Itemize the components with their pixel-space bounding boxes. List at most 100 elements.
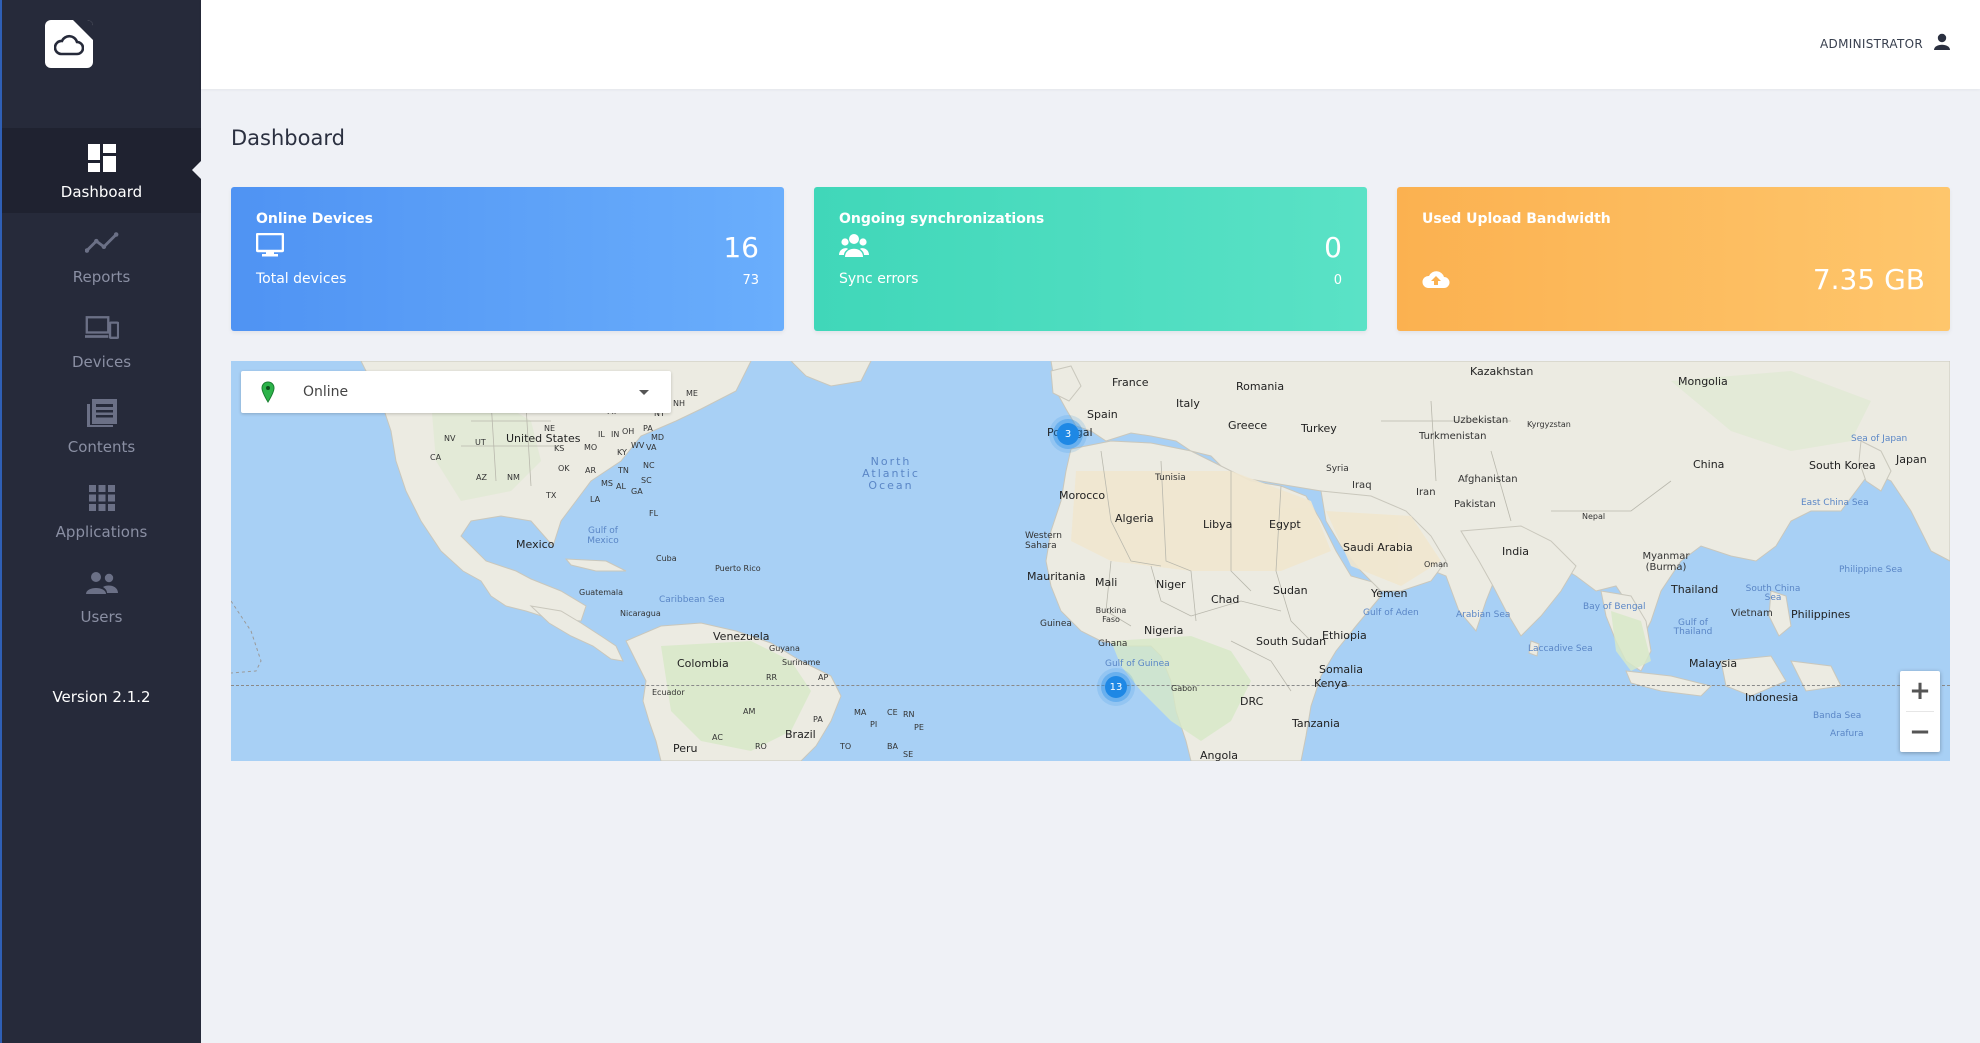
- map-label: NH: [673, 399, 685, 408]
- map-label: Ecuador: [652, 688, 685, 697]
- map-label: AC: [712, 733, 723, 742]
- map-label: Burkina Faso: [1095, 606, 1127, 624]
- status-filter-select[interactable]: Online: [241, 371, 671, 413]
- zoom-in-button[interactable]: +: [1900, 671, 1940, 711]
- map-label: VA: [646, 443, 657, 452]
- map-label: Egypt: [1269, 518, 1301, 531]
- card-sub-label: Sync errors: [839, 271, 919, 287]
- world-map: [231, 361, 1950, 761]
- map-label: Kazakhstan: [1470, 365, 1534, 378]
- sidebar-item-reports[interactable]: Reports: [2, 213, 201, 298]
- map-label: AR: [585, 466, 597, 475]
- sidebar-item-devices[interactable]: Devices: [2, 298, 201, 383]
- map-label: Gulf of Guinea: [1105, 659, 1170, 669]
- map-label: SE: [903, 750, 914, 759]
- ongoing-sync-count: 0: [1324, 231, 1342, 264]
- map-label: MD: [651, 433, 665, 442]
- map-label: Nigeria: [1144, 624, 1184, 637]
- map-label: WV: [631, 441, 645, 450]
- map-label: SC: [641, 476, 652, 485]
- bandwidth-card[interactable]: Used Upload Bandwidth 7.35 GB: [1397, 187, 1950, 331]
- app-logo[interactable]: [45, 20, 93, 68]
- map-label: Mongolia: [1678, 375, 1728, 388]
- map-label: Suriname: [782, 658, 821, 667]
- map-label: Angola: [1200, 749, 1239, 761]
- map-label: Afghanistan: [1458, 474, 1518, 485]
- map-label: Cuba: [656, 554, 677, 563]
- user-name-label[interactable]: ADMINISTRATOR: [1820, 37, 1923, 51]
- map-label: Greece: [1228, 419, 1268, 432]
- map-label: Arafura: [1830, 729, 1864, 739]
- sidebar-item-label: Contents: [67, 437, 136, 456]
- map-label: Caribbean Sea: [659, 595, 725, 605]
- map-label: Guyana: [769, 644, 800, 653]
- map-label: NV: [444, 434, 456, 443]
- map-label: GA: [631, 487, 643, 496]
- map-label: Nicaragua: [620, 609, 661, 618]
- map-label: United States: [506, 432, 581, 445]
- online-devices-card[interactable]: Online Devices 16 Total devices 73: [231, 187, 784, 331]
- map-label: Philippine Sea: [1839, 565, 1903, 575]
- user-icon[interactable]: [1933, 33, 1951, 51]
- map-label: North Atlantic Ocean: [862, 455, 920, 492]
- sidebar-item-applications[interactable]: Applications: [2, 468, 201, 553]
- map-label: Turkmenistan: [1419, 431, 1487, 442]
- map-label: OH: [622, 427, 635, 436]
- card-title: Ongoing synchronizations: [839, 211, 1045, 227]
- map-label: East China Sea: [1801, 498, 1869, 508]
- version-label: Version 2.1.2: [52, 688, 151, 706]
- map-label: KS: [554, 444, 565, 453]
- map-label: Italy: [1176, 397, 1200, 410]
- map-label: Morocco: [1059, 489, 1106, 502]
- map-label: AL: [616, 482, 626, 491]
- map-label: RO: [755, 742, 767, 751]
- card-sub-label: Total devices: [256, 271, 347, 287]
- filter-value: Online: [303, 384, 349, 400]
- map-label: Myanmar (Burma): [1642, 551, 1690, 573]
- zoom-out-button[interactable]: −: [1900, 712, 1940, 752]
- map-label: Uzbekistan: [1453, 415, 1509, 426]
- sidebar-item-users[interactable]: Users: [2, 553, 201, 638]
- upload-bandwidth-value: 7.35 GB: [1812, 263, 1925, 296]
- device-map[interactable]: Kazakhstan Mongolia France Romania Italy…: [231, 361, 1950, 761]
- map-label: Colombia: [677, 657, 729, 670]
- total-devices-count: 73: [742, 273, 759, 288]
- map-label: DRC: [1240, 695, 1264, 708]
- sidebar: Dashboard Reports Devices Contents Appli…: [0, 0, 202, 1043]
- sidebar-item-label: Users: [80, 607, 123, 626]
- map-label: RR: [766, 673, 778, 682]
- chevron-down-icon: [639, 390, 649, 395]
- sidebar-item-contents[interactable]: Contents: [2, 383, 201, 468]
- device-cluster-marker[interactable]: 3: [1057, 423, 1079, 445]
- map-label: Gulf of Thailand: [1673, 618, 1713, 637]
- devices-icon: [84, 311, 119, 345]
- map-label: Oman: [1424, 560, 1449, 569]
- map-label: Niger: [1156, 578, 1186, 591]
- map-label: Ethiopia: [1322, 629, 1367, 642]
- chart-line-icon: [84, 226, 119, 260]
- map-label: TN: [618, 466, 629, 475]
- map-label: NM: [507, 473, 520, 482]
- map-label: FL: [649, 509, 659, 518]
- map-label: South Sudan: [1256, 635, 1327, 648]
- map-label: Somalia: [1319, 663, 1364, 676]
- cloud-upload-icon: [1422, 271, 1450, 288]
- map-label: Turkey: [1301, 422, 1337, 435]
- map-label: IL: [598, 430, 605, 439]
- device-cluster-marker[interactable]: 13: [1105, 676, 1127, 698]
- map-label: LA: [590, 495, 601, 504]
- map-label: Spain: [1087, 408, 1118, 421]
- sync-card[interactable]: Ongoing synchronizations 0 Sync errors 0: [814, 187, 1367, 331]
- map-label: MS: [601, 479, 613, 488]
- contents-icon: [85, 396, 119, 430]
- map-label: IN: [611, 430, 620, 439]
- sidebar-item-label: Devices: [71, 352, 132, 371]
- map-label: Libya: [1203, 518, 1233, 531]
- map-label: Sudan: [1273, 584, 1308, 597]
- map-label: ME: [686, 389, 698, 398]
- map-label: Brazil: [785, 728, 816, 741]
- map-label: CA: [430, 453, 442, 462]
- map-label: Venezuela: [713, 630, 770, 643]
- map-label: UT: [475, 438, 486, 447]
- sidebar-item-dashboard[interactable]: Dashboard: [2, 128, 202, 213]
